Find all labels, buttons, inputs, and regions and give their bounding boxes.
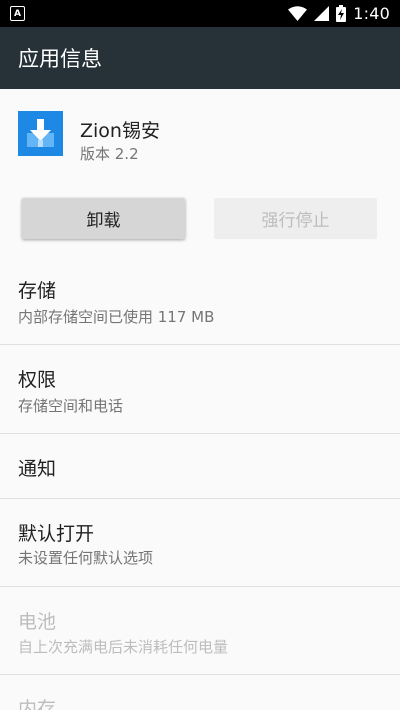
notification-a-letter: A xyxy=(14,8,21,19)
list-item-memory: 内存 xyxy=(0,675,400,710)
item-title: 电池 xyxy=(18,611,57,633)
notification-a-icon: A xyxy=(10,6,25,21)
battery-charging-icon xyxy=(336,5,347,22)
item-subtitle: 自上次充满电后未消耗任何电量 xyxy=(18,638,229,656)
settings-list: 存储 内部存储空间已使用 117 MB 权限 存储空间和电话 通知 默认打开 未… xyxy=(0,256,400,710)
item-subtitle: 内部存储空间已使用 117 MB xyxy=(18,308,215,326)
status-icons: 1:40 xyxy=(288,0,390,27)
app-icon xyxy=(18,111,63,156)
item-title: 默认打开 xyxy=(18,523,95,545)
list-item-permissions[interactable]: 权限 存储空间和电话 xyxy=(0,345,400,434)
clock: 1:40 xyxy=(353,4,390,23)
uninstall-button[interactable]: 卸载 xyxy=(22,198,185,239)
item-title: 存储 xyxy=(18,280,57,302)
item-title: 权限 xyxy=(18,369,57,391)
signal-icon xyxy=(314,6,330,21)
app-name: Zion锡安 xyxy=(80,120,160,142)
app-bar: 应用信息 xyxy=(0,27,400,89)
item-subtitle: 未设置任何默认选项 xyxy=(18,549,154,567)
app-header: Zion锡安 版本 2.2 xyxy=(0,89,400,189)
item-title: 内存 xyxy=(18,698,57,710)
status-bar: A 1:40 xyxy=(0,0,400,27)
list-item-notifications[interactable]: 通知 xyxy=(0,434,400,499)
list-item-open-by-default[interactable]: 默认打开 未设置任何默认选项 xyxy=(0,499,400,587)
download-icon xyxy=(18,111,63,156)
list-item-storage[interactable]: 存储 内部存储空间已使用 117 MB xyxy=(0,256,400,345)
item-subtitle: 存储空间和电话 xyxy=(18,397,124,415)
item-title: 通知 xyxy=(18,458,57,480)
page-title: 应用信息 xyxy=(18,47,102,71)
wifi-icon xyxy=(288,6,308,21)
force-stop-button: 强行停止 xyxy=(214,198,377,239)
list-item-battery: 电池 自上次充满电后未消耗任何电量 xyxy=(0,587,400,675)
app-version: 版本 2.2 xyxy=(80,145,139,163)
